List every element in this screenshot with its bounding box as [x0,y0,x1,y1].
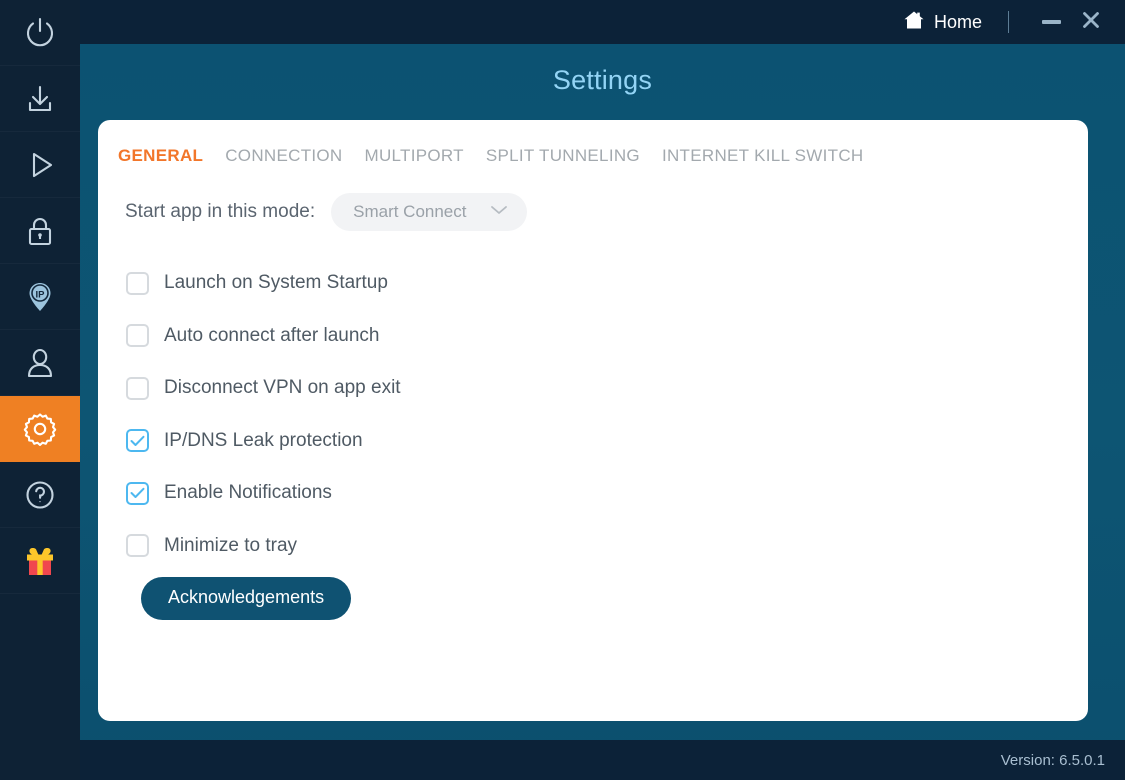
option-label: IP/DNS Leak protection [164,429,363,451]
sidebar-item-play[interactable] [0,132,80,198]
page-title: Settings [552,65,653,95]
option-ip-dns-leak-protection[interactable]: IP/DNS Leak protection [126,415,1088,468]
checkbox-disconnect-vpn-on-app-exit[interactable] [126,376,149,400]
ip-pin-icon: IP [22,279,58,315]
version-label: Version: 6.5.0.1 [1000,751,1105,769]
lock-icon [22,213,58,249]
user-icon [22,345,58,381]
gift-icon [22,544,58,578]
download-icon [22,81,58,117]
checkbox-launch-on-system-startup[interactable] [126,271,149,295]
settings-card: GENERAL CONNECTION MULTIPORT SPLIT TUNNE… [98,120,1088,721]
main-area: Home Settings GENERAL CONNECTION MULTIPO… [80,0,1125,780]
option-enable-notifications[interactable]: Enable Notifications [126,467,1088,520]
checkbox-ip-dns-leak-protection[interactable] [126,429,149,453]
tab-split-tunneling[interactable]: SPLIT TUNNELING [486,146,640,166]
option-label: Launch on System Startup [164,272,388,294]
sidebar-item-settings[interactable] [0,396,80,462]
tab-connection[interactable]: CONNECTION [225,146,342,166]
close-button[interactable] [1071,7,1111,37]
sidebar-item-power[interactable] [0,0,80,66]
start-mode-value: Smart Connect [353,202,467,221]
option-launch-on-system-startup[interactable]: Launch on System Startup [126,257,1088,310]
option-minimize-to-tray[interactable]: Minimize to tray [126,520,1088,573]
play-icon [22,147,58,183]
option-label: Enable Notifications [164,482,332,504]
home-button[interactable]: Home [897,5,988,40]
acknowledgements-wrapper: Acknowledgements [98,577,1088,620]
tab-internet-kill-switch[interactable]: INTERNET KILL SWITCH [662,146,864,166]
sidebar-item-lock[interactable] [0,198,80,264]
sidebar-item-account[interactable] [0,330,80,396]
minimize-icon [1041,20,1061,24]
start-mode-label: Start app in this mode: [125,201,316,222]
gear-icon [21,410,59,448]
option-label: Auto connect after launch [164,324,380,346]
house-icon [903,9,925,36]
acknowledgements-button[interactable]: Acknowledgements [141,577,352,620]
close-icon [1081,10,1101,35]
tab-multiport[interactable]: MULTIPORT [365,146,464,166]
option-label: Disconnect VPN on app exit [164,377,401,399]
help-icon [22,477,58,513]
checkbox-auto-connect-after-launch[interactable] [126,324,149,348]
titlebar-divider [1008,11,1009,33]
sidebar-item-download[interactable] [0,66,80,132]
start-mode-select[interactable]: Smart Connect [331,193,528,231]
sidebar-item-gift[interactable] [0,528,80,594]
svg-text:IP: IP [36,289,46,300]
vpn-app-window: IP Home Settings GENERAL CONNECTION MULT… [0,0,1125,780]
sidebar-item-ip[interactable]: IP [0,264,80,330]
checkbox-minimize-to-tray[interactable] [126,534,149,558]
settings-card-wrapper: GENERAL CONNECTION MULTIPORT SPLIT TUNNE… [80,96,1125,740]
option-disconnect-vpn-on-app-exit[interactable]: Disconnect VPN on app exit [126,362,1088,415]
footer: Version: 6.5.0.1 [80,740,1125,780]
chevron-down-icon [489,203,509,221]
start-mode-row: Start app in this mode: Smart Connect [98,193,1088,231]
options-list: Launch on System Startup Auto connect af… [98,257,1088,572]
minimize-button[interactable] [1031,7,1071,37]
sidebar: IP [0,0,80,780]
power-icon [22,15,58,51]
title-bar: Home [80,0,1125,44]
sidebar-item-help[interactable] [0,462,80,528]
home-label: Home [933,11,982,32]
tab-bar: GENERAL CONNECTION MULTIPORT SPLIT TUNNE… [98,146,1088,166]
option-label: Minimize to tray [164,534,298,556]
tab-general[interactable]: GENERAL [118,146,203,166]
checkbox-enable-notifications[interactable] [126,481,149,505]
option-auto-connect-after-launch[interactable]: Auto connect after launch [126,310,1088,363]
